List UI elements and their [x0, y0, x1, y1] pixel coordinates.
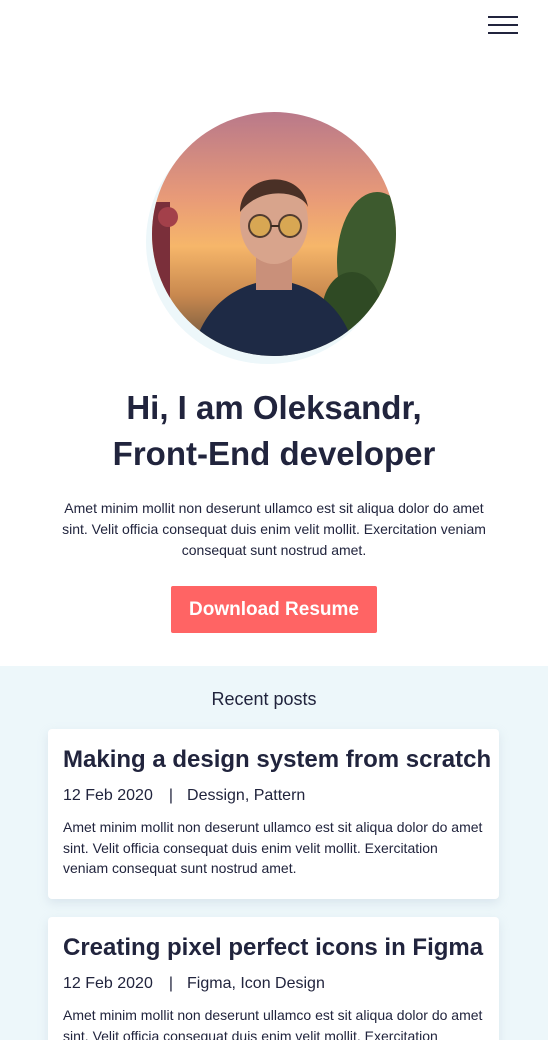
avatar-photo	[152, 112, 396, 356]
post-card: Creating pixel perfect icons in Figma 12…	[48, 917, 499, 1040]
post-card: Making a design system from scratch 12 F…	[48, 729, 499, 899]
avatar	[152, 112, 396, 356]
download-resume-button[interactable]: Download Resume	[171, 586, 377, 633]
menu-line	[488, 16, 518, 18]
page: Hi, I am Oleksandr, Front-End developer …	[0, 0, 548, 1040]
menu-line	[488, 24, 518, 26]
post-tags: Figma, Icon Design	[187, 975, 325, 992]
post-date: 12 Feb 2020	[63, 975, 153, 992]
post-title[interactable]: Creating pixel perfect icons in Figma	[63, 933, 484, 963]
meta-separator: |	[168, 975, 174, 992]
hamburger-menu-icon[interactable]	[486, 14, 520, 36]
meta-separator: |	[168, 787, 174, 804]
hero-description: Amet minim mollit non deserunt ullamco e…	[62, 500, 486, 558]
hero-title-line2: Front-End developer	[112, 435, 436, 472]
post-date: 12 Feb 2020	[63, 787, 153, 804]
menu-line	[488, 32, 518, 34]
post-meta: 12 Feb 2020 | Dessign, Pattern	[63, 785, 484, 807]
post-tags: Dessign, Pattern	[187, 787, 306, 804]
hero-title: Hi, I am Oleksandr, Front-End developer	[0, 385, 548, 477]
post-meta: 12 Feb 2020 | Figma, Icon Design	[63, 973, 484, 995]
post-title[interactable]: Making a design system from scratch	[63, 745, 491, 775]
post-excerpt: Amet minim mollit non deserunt ullamco e…	[63, 1007, 483, 1040]
recent-posts-heading: Recent posts	[211, 689, 317, 709]
post-excerpt: Amet minim mollit non deserunt ullamco e…	[63, 819, 483, 876]
hero-title-line1: Hi, I am Oleksandr,	[126, 389, 422, 426]
recent-posts-section: Recent posts Making a design system from…	[0, 666, 548, 1040]
avatar-container	[146, 112, 396, 364]
top-bar	[0, 0, 548, 60]
